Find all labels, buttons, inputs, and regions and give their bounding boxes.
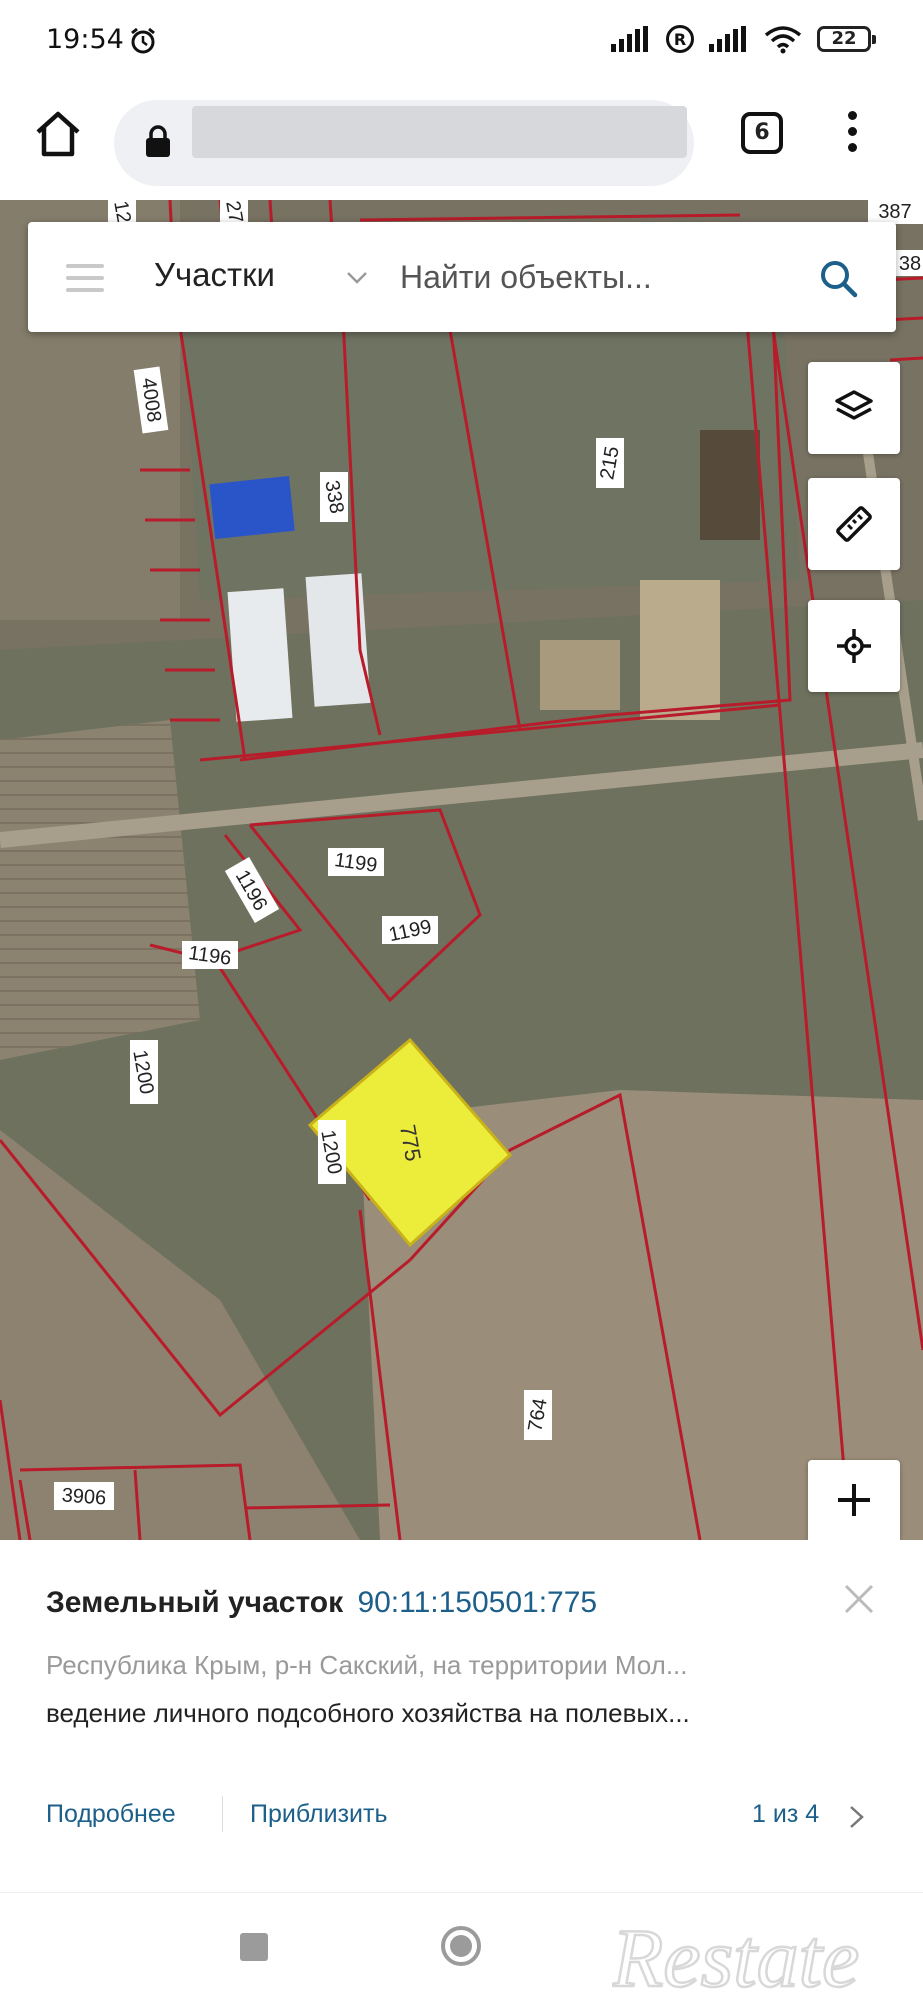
blue-roof-building [209,475,295,540]
parcel-label: 387 [868,200,923,224]
layers-button[interactable] [808,362,900,454]
parcel-type: Земельный участок [46,1586,344,1619]
roaming-icon: R [666,25,694,53]
nav-home-icon[interactable] [440,1925,482,1967]
chevron-right-icon[interactable] [848,1804,866,1830]
edge-label-387: 387 [878,201,911,223]
layers-icon [835,390,873,420]
tabs-button[interactable]: 6 [741,112,783,154]
status-time: 19:54 [46,24,124,55]
edge-label-38: 38 [899,253,921,275]
menu-icon[interactable] [840,108,864,160]
hamburger-menu-icon[interactable] [66,264,104,292]
parcel-label: 3906 [54,1482,114,1510]
parcel-label: 1199 [382,916,438,946]
ruler-button[interactable] [808,478,900,570]
locate-button[interactable] [808,600,900,692]
result-pager: 1 из 4 [752,1800,820,1828]
parcel-label: 764 [524,1390,552,1440]
parcel-title: Земельный участок 90:11:150501:775 [46,1586,597,1620]
cadastral-number[interactable]: 90:11:150501:775 [357,1586,597,1619]
parcel-label: 215 [596,438,624,488]
search-input[interactable] [400,252,800,302]
alarm-icon [131,27,155,54]
parcel-label: 1196 [182,941,238,970]
close-icon[interactable] [842,1582,876,1616]
home-icon[interactable] [30,106,86,162]
search-card: Участки [28,222,896,332]
layer-select[interactable]: Участки [154,256,275,294]
parcel-label: 1200 [316,1120,346,1184]
recents-button[interactable] [240,1933,268,1961]
restate-watermark-logo: Restate [612,1898,861,2000]
plus-icon [838,1484,870,1516]
svg-text:Restate: Restate [612,1912,859,2000]
svg-text:R: R [674,30,686,49]
parcel-label-3906: 3906 [61,1484,107,1509]
url-text-blurred [192,106,687,158]
parcel-label: 338 [320,472,348,522]
parcel-address: Республика Крым, р-н Сакский, на террито… [46,1650,688,1680]
parcel-info-panel: Земельный участок 90:11:150501:775 Респу… [0,1540,923,1892]
parcel-label: 38 [896,250,923,276]
wifi-icon [764,26,802,54]
battery-icon: 22 [817,26,876,52]
map-view[interactable]: 4008 338 215 1199 1199 1196 1196 775 120… [0,200,923,1540]
details-link[interactable]: Подробнее [46,1800,176,1829]
parcel-usage: ведение личного подсобного хозяйства на … [46,1698,690,1728]
search-icon[interactable] [818,258,858,298]
dark-building [700,430,760,540]
ruler-icon [836,506,872,542]
yard [640,580,720,720]
zoom-to-link[interactable]: Приблизить [250,1800,388,1829]
parcel-label: 1199 [328,848,384,877]
status-bar: 19:54 R 22 [0,0,923,82]
divider [222,1796,223,1832]
zoom-in-button[interactable] [808,1460,900,1540]
signal-icon [611,26,648,52]
signal-icon-2 [709,26,746,52]
parcel-label: 1200 [128,1040,158,1104]
crosshair-icon [837,629,871,663]
browser-toolbar: 6 [0,82,923,200]
status-icons: R 22 [611,24,876,54]
ploughed-field [0,720,200,1060]
map-canvas[interactable]: 4008 338 215 1199 1199 1196 1196 775 120… [0,200,923,1540]
yard-2 [540,640,620,710]
lock-icon [146,125,170,157]
chevron-down-icon[interactable] [344,264,370,290]
